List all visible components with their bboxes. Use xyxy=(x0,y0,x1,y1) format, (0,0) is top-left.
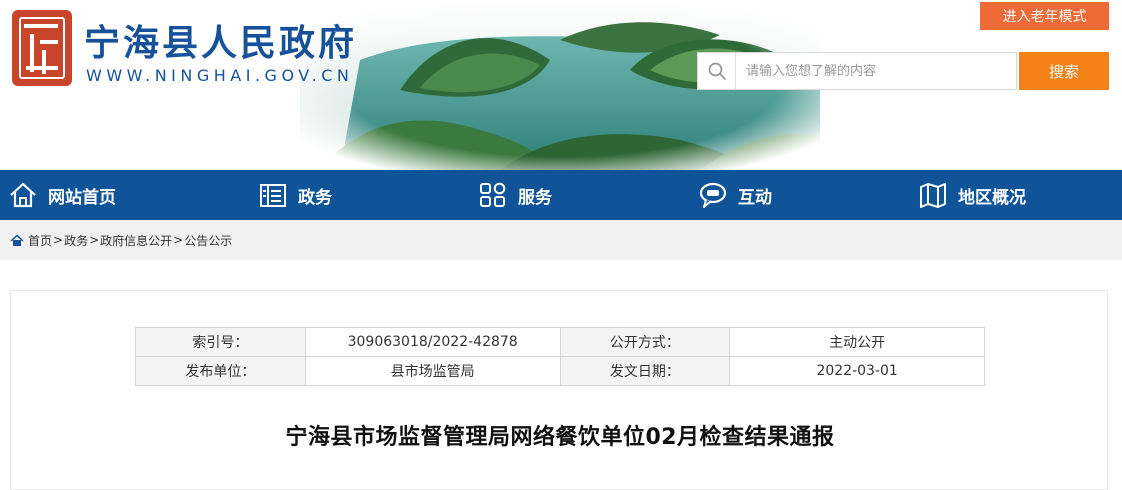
search-input[interactable] xyxy=(736,54,1006,88)
breadcrumb-separator: > xyxy=(89,233,100,247)
elder-mode-button[interactable]: 进入老年模式 xyxy=(980,2,1109,30)
breadcrumb-item-announcements[interactable]: 公告公示 xyxy=(184,232,232,249)
home-icon xyxy=(10,182,36,208)
breadcrumb-item-affairs[interactable]: 政务 xyxy=(64,232,88,249)
search-button[interactable]: 搜索 xyxy=(1019,52,1109,90)
meta-key-publisher: 发布单位： xyxy=(135,356,306,386)
meta-value-issue-date: 2022-03-01 xyxy=(729,356,985,386)
nav-item-label: 地区概况 xyxy=(958,187,1026,208)
chat-icon xyxy=(699,182,727,208)
table-row: 索引号： 309063018/2022-42878 公开方式： 主动公开 xyxy=(135,327,985,357)
breadcrumb-separator: > xyxy=(53,233,64,247)
document-icon xyxy=(260,184,286,207)
nav-item-label: 互动 xyxy=(738,187,772,208)
nav-item-label: 政务 xyxy=(298,187,332,208)
breadcrumb: 首页 > 政务 > 政府信息公开 > 公告公示 xyxy=(0,220,1122,260)
nav-item-interaction[interactable]: 互动 xyxy=(698,170,772,220)
nav-item-home[interactable]: 网站首页 xyxy=(8,170,116,220)
table-row: 发布单位： 县市场监管局 发文日期： 2022-03-01 xyxy=(135,356,985,386)
nav-item-services[interactable]: 服务 xyxy=(478,170,552,220)
meta-value-disclosure-method: 主动公开 xyxy=(729,327,985,357)
breadcrumb-item-home[interactable]: 首页 xyxy=(28,232,52,249)
home-icon xyxy=(10,233,24,247)
meta-value-index-number: 309063018/2022-42878 xyxy=(304,327,561,357)
nav-item-region-overview[interactable]: 地区概况 xyxy=(918,170,1026,220)
article-panel: 索引号： 309063018/2022-42878 公开方式： 主动公开 发布单… xyxy=(10,290,1108,490)
main-nav: 网站首页 政务 服务 互动 地区概况 xyxy=(0,170,1122,220)
site-url: WWW.NINGHAI.GOV.CN xyxy=(86,66,354,85)
meta-value-publisher: 县市场监管局 xyxy=(304,356,561,386)
nav-item-label: 网站首页 xyxy=(48,187,116,208)
article-title: 宁海县市场监督管理局网络餐饮单位02月检查结果通报 xyxy=(285,425,835,450)
document-meta-table: 索引号： 309063018/2022-42878 公开方式： 主动公开 发布单… xyxy=(135,327,985,386)
search-box xyxy=(697,52,1017,90)
nav-item-label: 服务 xyxy=(518,187,552,208)
nav-item-government-affairs[interactable]: 政务 xyxy=(258,170,332,220)
site-header: 宁海县人民政府 WWW.NINGHAI.GOV.CN 进入老年模式 搜索 xyxy=(0,0,1122,170)
site-title: 宁海县人民政府 xyxy=(84,22,358,64)
map-icon xyxy=(920,183,946,208)
meta-key-index-number: 索引号： xyxy=(135,327,306,357)
meta-key-disclosure-method: 公开方式： xyxy=(559,327,731,357)
logo-seal-icon xyxy=(12,10,72,86)
breadcrumb-item-info-disclosure[interactable]: 政府信息公开 xyxy=(100,232,172,249)
breadcrumb-separator: > xyxy=(173,233,184,247)
grid-icon xyxy=(480,182,506,207)
search-icon xyxy=(698,53,736,89)
meta-key-issue-date: 发文日期： xyxy=(559,356,731,386)
